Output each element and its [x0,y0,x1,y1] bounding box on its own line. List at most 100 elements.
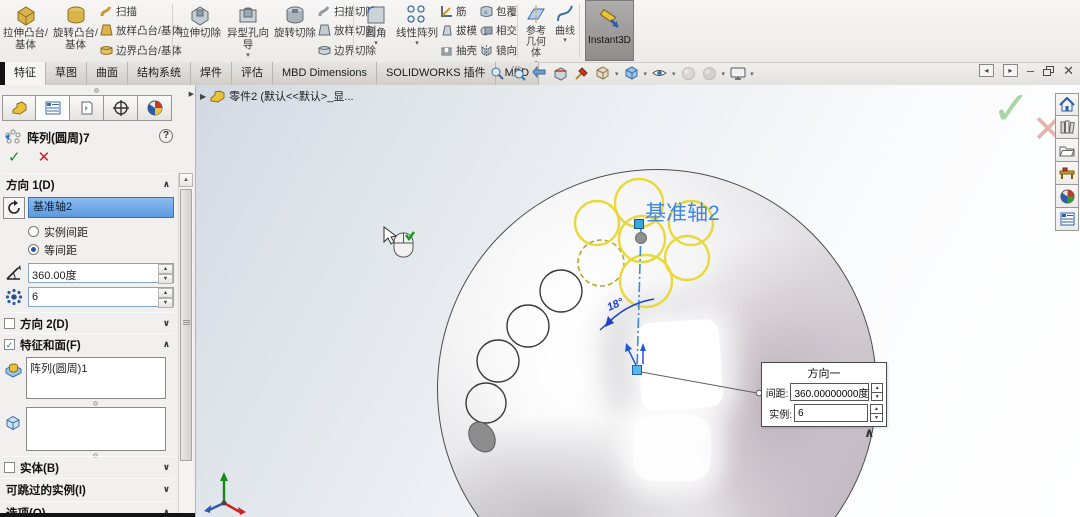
hole-wizard-button[interactable]: 异型孔向导 ▾ [224,1,272,61]
wrap-button[interactable]: a 包覆 [480,2,517,21]
spin-down-button[interactable]: ▼ [158,274,173,284]
spin-up-button[interactable]: ▲ [158,288,173,298]
spin-up-button[interactable]: ▲ [158,264,173,274]
callout-collapse-button[interactable]: ∧ [864,425,875,441]
instant3d-button[interactable]: Instant3D [585,0,634,61]
dropdown-arrow-icon[interactable]: ▾ [644,70,648,78]
feature-circle[interactable] [539,269,583,313]
spin-up-button[interactable]: ▲ [872,384,882,393]
tab-display-manager[interactable] [138,95,172,121]
chevron-down-icon[interactable]: ∨ [163,462,170,473]
design-library-button[interactable] [1055,116,1079,139]
previous-view-button[interactable] [529,63,550,84]
tab-feature-manager[interactable] [2,95,36,121]
dropdown-arrow-icon[interactable]: ▾ [246,52,250,59]
tab-structure-system[interactable]: 结构系统 [128,62,191,85]
feature-circle[interactable] [506,304,550,348]
sketch-snaps-button[interactable] [571,63,592,84]
view-palette-button[interactable] [1055,162,1079,185]
cancel-button[interactable]: ✕ [38,148,51,166]
tab-sketch[interactable]: 草图 [46,62,87,85]
lofted-boss-button[interactable]: 放样凸台/基体 [100,21,182,40]
fillet-button[interactable]: 圆角 ▾ [358,1,394,61]
dropdown-arrow-icon[interactable]: ▾ [672,70,676,78]
revolved-cut-button[interactable]: 旋转切除 [274,1,316,61]
spin-down-button[interactable]: ▼ [871,414,882,422]
minimize-button[interactable]: – [1027,64,1034,77]
feature-circle[interactable] [476,339,520,383]
hide-show-items-button[interactable] [649,63,670,84]
draft-button[interactable]: 拔模 [440,21,477,40]
pattern-axis-field[interactable]: 基准轴2 [28,197,174,218]
tab-configuration-manager[interactable] [70,95,104,121]
linear-pattern-button[interactable]: 线性阵列 ▾ [396,1,438,61]
zoom-area-button[interactable] [508,63,529,84]
panel-grab-handle[interactable] [94,88,99,93]
direction1-header[interactable]: 方向 1(D) ∧ [0,175,176,194]
dropdown-arrow-icon[interactable]: ▾ [750,70,754,78]
close-button[interactable]: ✕ [1063,64,1074,77]
chevron-up-icon[interactable]: ∧ [163,179,170,190]
existing-feature-circles[interactable] [465,269,583,424]
instances-to-skip-header[interactable]: 可跳过的实例(I) ∨ [0,480,176,499]
listbox-resize-handle[interactable] [93,401,98,406]
spin-down-button[interactable]: ▼ [872,393,882,401]
dropdown-arrow-icon[interactable]: ▾ [563,37,567,44]
view-settings-button[interactable] [727,63,748,84]
dropdown-arrow-icon[interactable]: ▾ [415,40,419,47]
checkbox-checked[interactable]: ✓ [4,339,15,350]
spin-down-button[interactable]: ▼ [158,298,173,308]
custom-properties-button[interactable] [1055,208,1079,231]
restore-button[interactable] [1043,65,1055,76]
help-button[interactable]: ? [159,129,173,143]
datum-axis-line[interactable] [636,227,642,372]
seed-feature-dashed-circle[interactable] [577,239,625,287]
axis-bottom-handle[interactable] [632,365,642,375]
chevron-down-icon[interactable]: ∨ [163,484,170,495]
datum-axis-label[interactable]: 基准轴2 [645,197,720,227]
equal-spacing-radio[interactable]: 等间距 [28,242,77,257]
resources-home-button[interactable] [1055,93,1079,116]
chevron-down-icon[interactable]: ∨ [163,318,170,329]
checkbox-unchecked[interactable] [4,462,15,473]
feature-circle[interactable] [465,382,507,424]
file-explorer-button[interactable] [1055,139,1079,162]
boundary-boss-button[interactable]: 边界凸台/基体 [100,41,182,60]
shell-button[interactable]: 抽壳 [440,41,477,60]
tab-evaluate[interactable]: 评估 [232,62,273,85]
bodies-header[interactable]: 实体(B) ∨ [0,458,176,477]
reference-geometry-button[interactable]: 参考几何体 ▾ [522,1,550,67]
panel-scrollbar[interactable]: ▲ [178,173,193,517]
tab-weldments[interactable]: 焊件 [191,62,232,85]
count-value[interactable]: 6 [29,288,158,306]
tab-mbd-dimensions[interactable]: MBD Dimensions [273,62,377,85]
mirror-button[interactable]: 镜向 [480,41,517,60]
realview-graphics-button[interactable] [678,63,699,84]
chevron-up-icon[interactable]: ∧ [163,339,170,350]
tab-features[interactable]: 特征 [5,62,46,85]
checkbox-unchecked[interactable] [4,318,15,329]
intersect-button[interactable]: 相交 [480,21,517,40]
features-list-item[interactable]: 阵列(圆周)1 [30,360,162,376]
graphics-viewport[interactable]: ▶ 零件2 (默认<<默认>_显... 基准轴2 18° 方向一 间距: 360… [196,85,1080,517]
tab-dimxpert-manager[interactable] [104,95,138,121]
zoom-fit-button[interactable] [487,63,508,84]
scrollbar-thumb[interactable] [180,189,192,461]
dropdown-arrow-icon[interactable]: ▾ [615,70,619,78]
flyout-expand-icon[interactable]: ▶ [189,90,194,98]
tab-property-manager[interactable] [36,95,70,121]
display-style-button[interactable] [621,63,642,84]
apply-scene-button[interactable] [592,63,613,84]
extruded-boss-button[interactable]: 拉伸凸台/基体 [2,1,49,61]
instance-spacing-radio[interactable]: 实例间距 [28,224,88,239]
confirmation-ok-button[interactable]: ✓ [992,85,1031,135]
axis-top-handle[interactable] [634,219,644,229]
features-list-box[interactable]: 阵列(圆周)1 [26,357,166,399]
angle-value[interactable]: 360.00度 [29,264,158,282]
direction2-header[interactable]: 方向 2(D) ∨ [0,314,176,333]
extruded-cut-button[interactable]: 拉伸切除 [178,1,222,61]
faces-list-box[interactable] [26,407,166,451]
curves-button[interactable]: 曲线 ▾ [552,1,578,61]
tab-solidworks-addins[interactable]: SOLIDWORKS 插件 [376,62,496,85]
spacing-value[interactable]: 360.00000000度 [791,385,868,400]
